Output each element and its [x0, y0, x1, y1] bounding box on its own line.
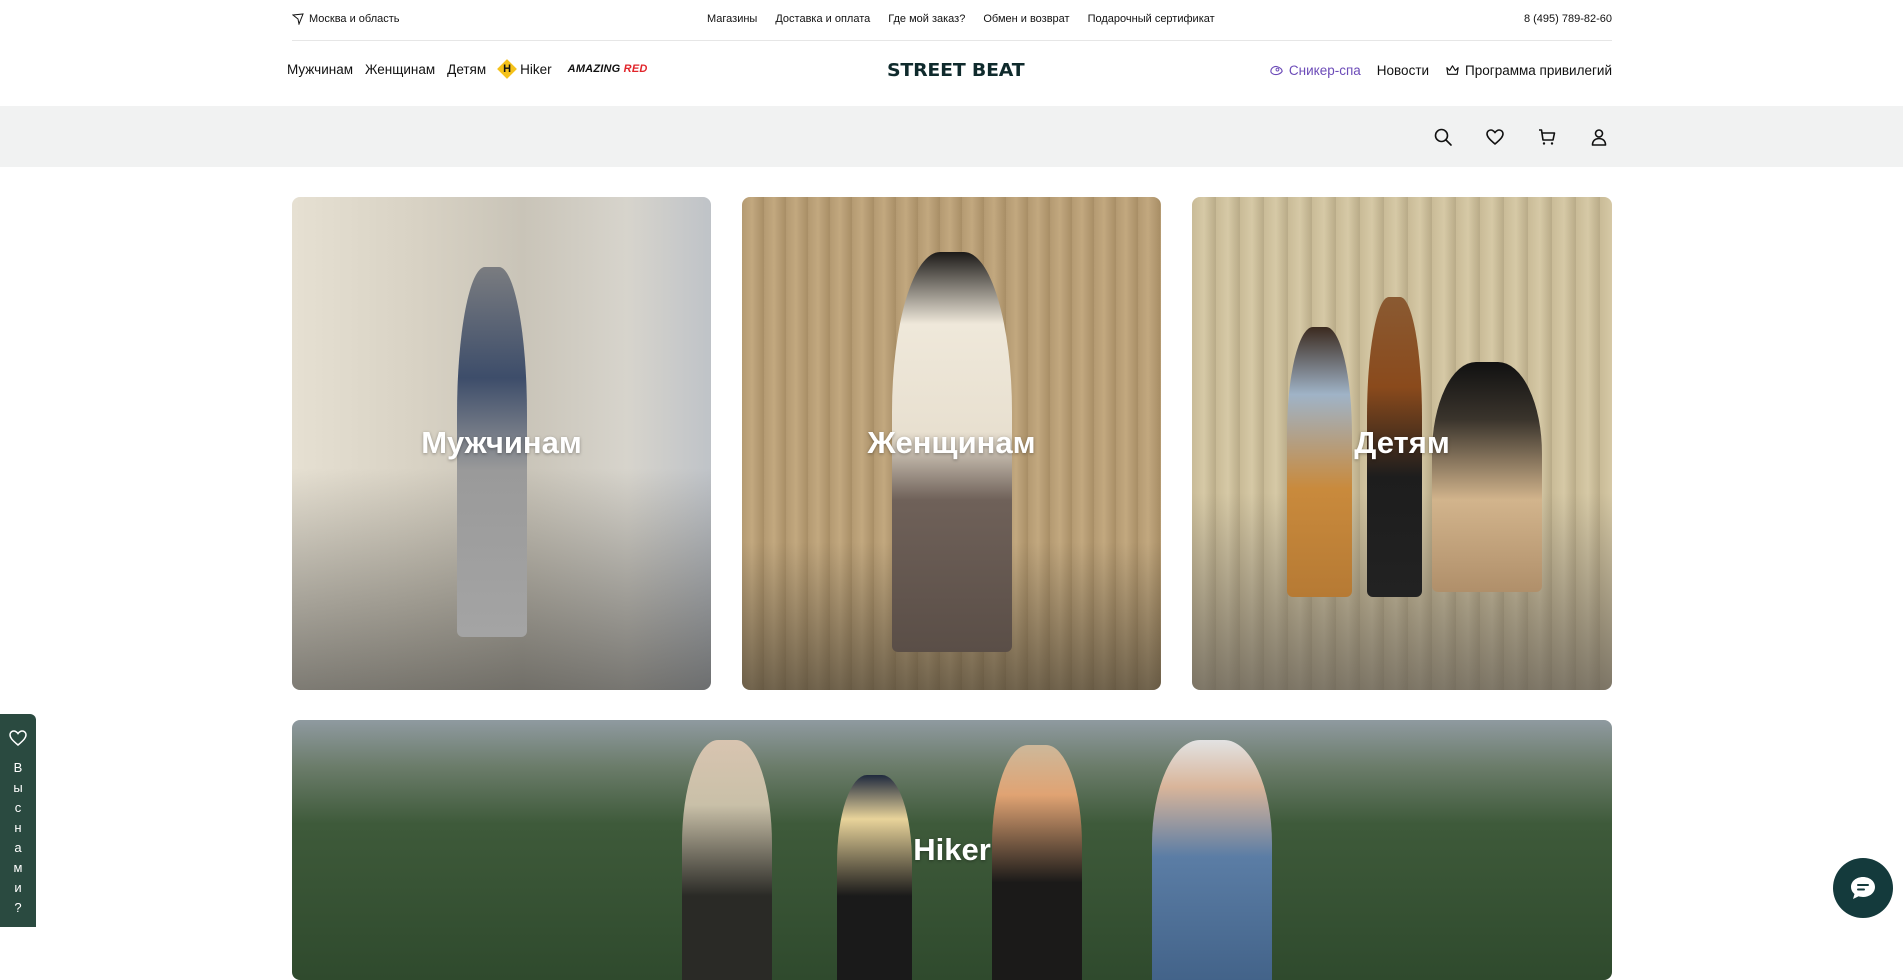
account-button[interactable] [1588, 126, 1610, 148]
category-label-women: Женщинам [867, 425, 1036, 460]
cart-icon [1539, 129, 1556, 145]
link-gift-card[interactable]: Подарочный сертификат [1088, 13, 1215, 25]
link-delivery[interactable]: Доставка и оплата [775, 13, 870, 25]
side-widget-letter: а [14, 840, 22, 855]
hiker-logo-icon: H [497, 59, 518, 79]
link-returns[interactable]: Обмен и возврат [983, 13, 1069, 25]
nav-news[interactable]: Новости [1377, 63, 1429, 78]
nav-privileges[interactable]: Программа привилегий [1445, 63, 1612, 78]
category-tile-men[interactable]: Мужчинам [292, 197, 711, 690]
top-links: Магазины Доставка и оплата Где мой заказ… [707, 13, 1215, 25]
category-tile-women[interactable]: Женщинам [742, 197, 1161, 690]
location-arrow-icon [292, 13, 304, 25]
category-label-hiker: Hiker [913, 832, 991, 867]
nav-hiker-label: Hiker [520, 61, 552, 77]
icon-bar [0, 106, 1903, 167]
heart-outline-icon [9, 730, 27, 746]
chat-button[interactable] [1833, 858, 1893, 918]
nav-kids[interactable]: Детям [447, 62, 486, 77]
category-tile-hiker[interactable]: Hiker [292, 720, 1612, 980]
main-nav: Мужчинам Женщинам Детям H Hiker AMAZING … [287, 59, 648, 79]
sneaker-spa-label: Сникер-спа [1288, 63, 1361, 78]
right-nav: Сникер-спа Новости Программа привилегий [1269, 63, 1612, 78]
search-icon [1434, 128, 1452, 146]
amazing-label: AMAZING [567, 63, 621, 75]
region-label: Москва и область [309, 13, 400, 25]
category-tile-kids[interactable]: Детям [1192, 197, 1612, 690]
nav-women[interactable]: Женщинам [365, 62, 435, 77]
search-button[interactable] [1432, 126, 1454, 148]
heart-icon [1486, 129, 1504, 145]
header-icons [1432, 126, 1610, 148]
hiker-logo-letter: H [503, 63, 512, 75]
user-icon [1591, 129, 1607, 146]
category-label-men: Мужчинам [421, 425, 582, 460]
model-figure [1287, 327, 1352, 597]
category-label-kids: Детям [1354, 425, 1450, 460]
nav-men[interactable]: Мужчинам [287, 62, 353, 77]
cart-button[interactable] [1536, 126, 1558, 148]
main-header: Мужчинам Женщинам Детям H Hiker AMAZING … [0, 40, 1903, 106]
side-widget-letter: ? [14, 900, 22, 915]
top-utility-bar: Москва и область Магазины Доставка и опл… [0, 0, 1903, 41]
side-widget-letter: и [14, 880, 22, 895]
nav-sneaker-spa[interactable]: Сникер-спа [1269, 63, 1361, 78]
model-figure [837, 775, 912, 980]
site-logo[interactable]: STREET BEAT [887, 60, 1025, 81]
link-stores[interactable]: Магазины [707, 13, 757, 25]
model-figure [1432, 362, 1542, 592]
side-widget-letter: м [13, 860, 23, 875]
link-order-status[interactable]: Где мой заказ? [888, 13, 965, 25]
side-widget-letter: с [14, 800, 22, 815]
side-widget-letter: В [13, 760, 23, 775]
amazing-red-label: RED [623, 63, 648, 75]
crown-icon [1446, 65, 1459, 75]
side-widget-text: В ы с н а м и ? [0, 758, 36, 918]
chat-bubble-icon [1851, 877, 1875, 899]
top-utility-inner: Москва и область Магазины Доставка и опл… [292, 0, 1612, 41]
sneaker-spa-icon [1270, 65, 1283, 76]
privileges-label: Программа привилегий [1465, 63, 1612, 78]
feedback-side-widget[interactable]: В ы с н а м и ? [0, 714, 36, 927]
side-widget-letter: ы [13, 780, 23, 795]
favorites-button[interactable] [1484, 126, 1506, 148]
nav-hiker[interactable]: H Hiker [497, 59, 552, 79]
phone-number[interactable]: 8 (495) 789-82-60 [1524, 13, 1612, 25]
region-selector[interactable]: Москва и область [292, 13, 400, 25]
side-widget-letter: н [14, 820, 22, 835]
main-header-inner: Мужчинам Женщинам Детям H Hiker AMAZING … [287, 40, 1612, 106]
nav-amazing-red[interactable]: AMAZING RED [568, 63, 648, 75]
